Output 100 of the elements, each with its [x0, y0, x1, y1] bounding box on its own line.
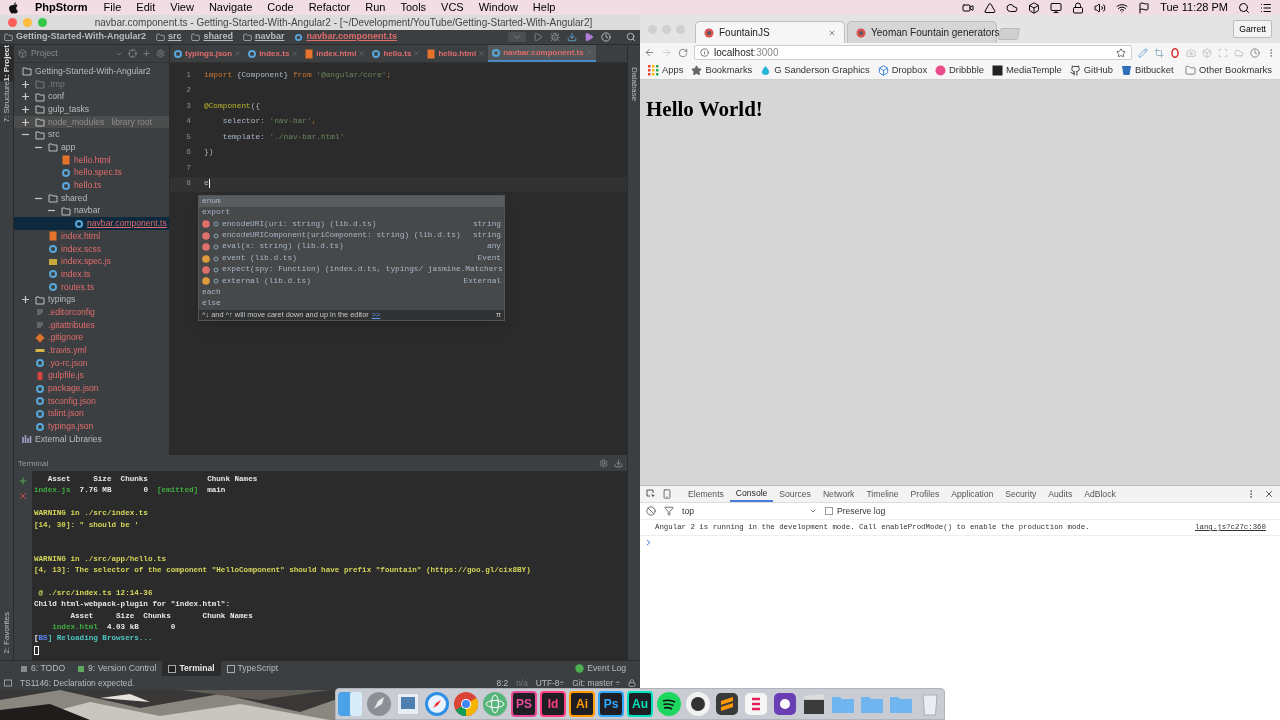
close-button[interactable] [8, 18, 17, 27]
clock[interactable]: Tue 11:28 PM [1160, 0, 1228, 16]
tree-item[interactable]: gulpfile.js [14, 369, 169, 383]
tree-item[interactable]: conf [14, 90, 169, 104]
breadcrumb[interactable]: src [155, 30, 182, 44]
breadcrumb[interactable]: navbar [242, 30, 285, 44]
settings-icon[interactable] [156, 49, 165, 58]
app-icon[interactable] [743, 691, 769, 717]
apple-icon[interactable] [8, 1, 19, 14]
bookmark[interactable]: Dropbox [877, 63, 928, 78]
opera-icon[interactable] [1170, 47, 1180, 58]
tool-window-tab[interactable]: 1: Project [0, 45, 14, 82]
tree-item[interactable]: hello.html [14, 153, 169, 167]
cloud-icon[interactable] [1006, 1, 1019, 14]
app-icon[interactable] [714, 691, 740, 717]
browser-tab[interactable]: FountainJS [695, 21, 845, 43]
spotify-icon[interactable] [656, 691, 682, 717]
profile-button[interactable]: Garrett [1233, 19, 1272, 39]
menu-item[interactable]: Navigate [208, 0, 253, 16]
panel-toggle-icon[interactable] [4, 679, 12, 687]
triangle-icon[interactable] [984, 1, 997, 14]
bookmark[interactable]: Apps [648, 63, 684, 78]
tree-item[interactable]: Getting-Started-With-Angular2 [14, 65, 169, 78]
expand-icon[interactable] [22, 93, 29, 101]
encoding-selector[interactable]: UTF-8÷ [535, 676, 565, 690]
devtools-tab[interactable]: Timeline [860, 486, 905, 502]
tree-item[interactable]: shared [14, 191, 169, 205]
expand-icon[interactable] [22, 118, 29, 126]
tree-item[interactable]: src [14, 128, 169, 142]
debug-icon[interactable] [550, 32, 560, 42]
menu-item[interactable]: Window [478, 0, 518, 16]
search-icon[interactable] [1238, 1, 1250, 14]
close-icon[interactable] [828, 28, 836, 37]
devtools-tab[interactable]: Elements [682, 486, 730, 502]
tree-item[interactable]: package.json [14, 382, 169, 395]
hide-icon[interactable] [614, 459, 623, 468]
devtools-tab[interactable]: Network [816, 486, 861, 502]
editor-tab[interactable]: index.html [301, 45, 369, 62]
compass-icon[interactable] [424, 691, 450, 717]
wifi-icon[interactable] [1116, 1, 1129, 14]
search-icon[interactable] [626, 32, 636, 42]
chrome-icon[interactable] [453, 691, 479, 717]
run-icon[interactable] [533, 32, 543, 42]
device-icon[interactable] [662, 489, 672, 499]
tree-item[interactable]: routes.ts [14, 280, 169, 294]
menu-item[interactable]: Edit [136, 0, 156, 16]
app-icon[interactable] [772, 691, 798, 717]
devtools-tab[interactable]: Security [999, 486, 1043, 502]
vcs-branch[interactable]: Git: master ÷ [572, 676, 620, 690]
menu-item[interactable]: Help [532, 0, 556, 16]
send-icon[interactable] [584, 32, 594, 42]
bookmark[interactable]: Bitbucket [1120, 63, 1174, 78]
devtools-tab[interactable]: Profiles [904, 486, 946, 502]
history-icon[interactable] [601, 32, 611, 42]
box-icon[interactable] [1028, 1, 1041, 14]
inspect-icon[interactable] [646, 489, 656, 499]
event-log-tab[interactable]: Event Log [575, 662, 626, 675]
settings-icon[interactable] [599, 459, 608, 468]
menu-item[interactable]: File [103, 0, 122, 16]
run-config-dropdown[interactable] [508, 32, 526, 42]
editor-tab[interactable]: typings.json [170, 45, 245, 62]
caret-position[interactable]: 8:2 [496, 676, 509, 690]
zoom-button[interactable] [38, 18, 47, 27]
pencil-icon[interactable] [1138, 47, 1148, 58]
prompt-icon[interactable] [646, 538, 652, 546]
editor-tab[interactable]: hello.ts [368, 45, 424, 62]
menu-icon[interactable] [1260, 1, 1272, 14]
menu-item[interactable]: View [170, 0, 194, 16]
tree-item[interactable]: gulp_tasks [14, 103, 169, 116]
tree-item[interactable]: index.spec.js [14, 255, 169, 268]
volume-icon[interactable] [1094, 1, 1107, 14]
tree-item[interactable]: hello.ts [14, 179, 169, 192]
tool-tab[interactable]: 6: TODO [14, 661, 72, 676]
app-icon[interactable]: Au [627, 691, 653, 717]
tool-tab[interactable]: Terminal [162, 661, 221, 676]
flag-icon[interactable] [1138, 1, 1151, 14]
context-select[interactable]: top [682, 504, 817, 518]
expand-icon[interactable] [22, 296, 29, 304]
expand-icon[interactable] [22, 105, 29, 113]
menu-item[interactable]: Run [365, 0, 386, 16]
app-menu[interactable]: PhpStorm [35, 0, 88, 16]
app-icon[interactable]: Ai [569, 691, 595, 717]
new-session-icon[interactable] [18, 476, 28, 486]
star-icon[interactable] [1116, 47, 1126, 58]
tree-item[interactable]: hello.spec.ts [14, 166, 169, 180]
tool-tab[interactable]: 9: Version Control [71, 661, 163, 676]
close-icon[interactable] [1264, 489, 1274, 499]
tree-item[interactable]: tsconfig.json [14, 394, 169, 408]
filter-icon[interactable] [664, 506, 674, 516]
target-icon[interactable] [128, 49, 137, 58]
tree-item[interactable]: index.ts [14, 268, 169, 281]
tree-item[interactable]: index.scss [14, 242, 169, 256]
tree-item[interactable]: .editorconfig [14, 306, 169, 319]
preserve-log-checkbox[interactable]: Preserve log [825, 504, 886, 518]
tree-item[interactable]: .gitattributes [14, 318, 169, 332]
breadcrumb[interactable]: navbar.component.ts [294, 30, 397, 44]
address-bar[interactable]: localhost:3000 [694, 45, 1132, 60]
bookmark[interactable]: G Sanderson Graphics [760, 63, 870, 78]
bookmark[interactable]: Dribbble [935, 63, 984, 78]
back-icon[interactable] [644, 47, 655, 58]
